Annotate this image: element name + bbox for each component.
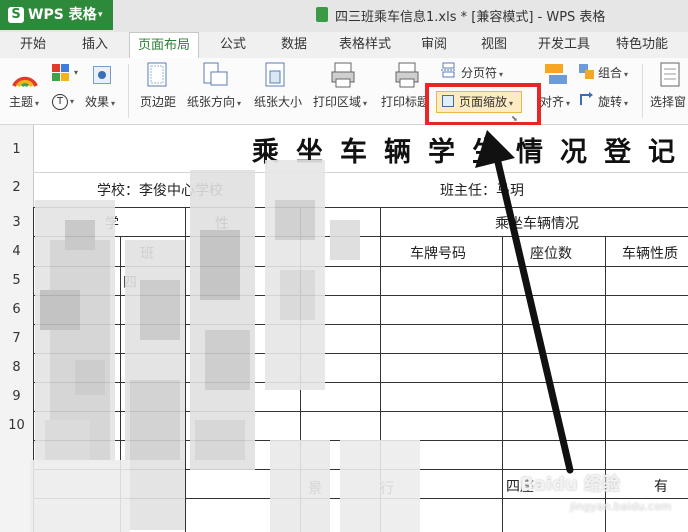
pointer-arrow [475, 130, 574, 474]
watermark: Baidu 经验 [520, 474, 621, 495]
watermark-url: jingyan.baidu.com [570, 500, 672, 513]
